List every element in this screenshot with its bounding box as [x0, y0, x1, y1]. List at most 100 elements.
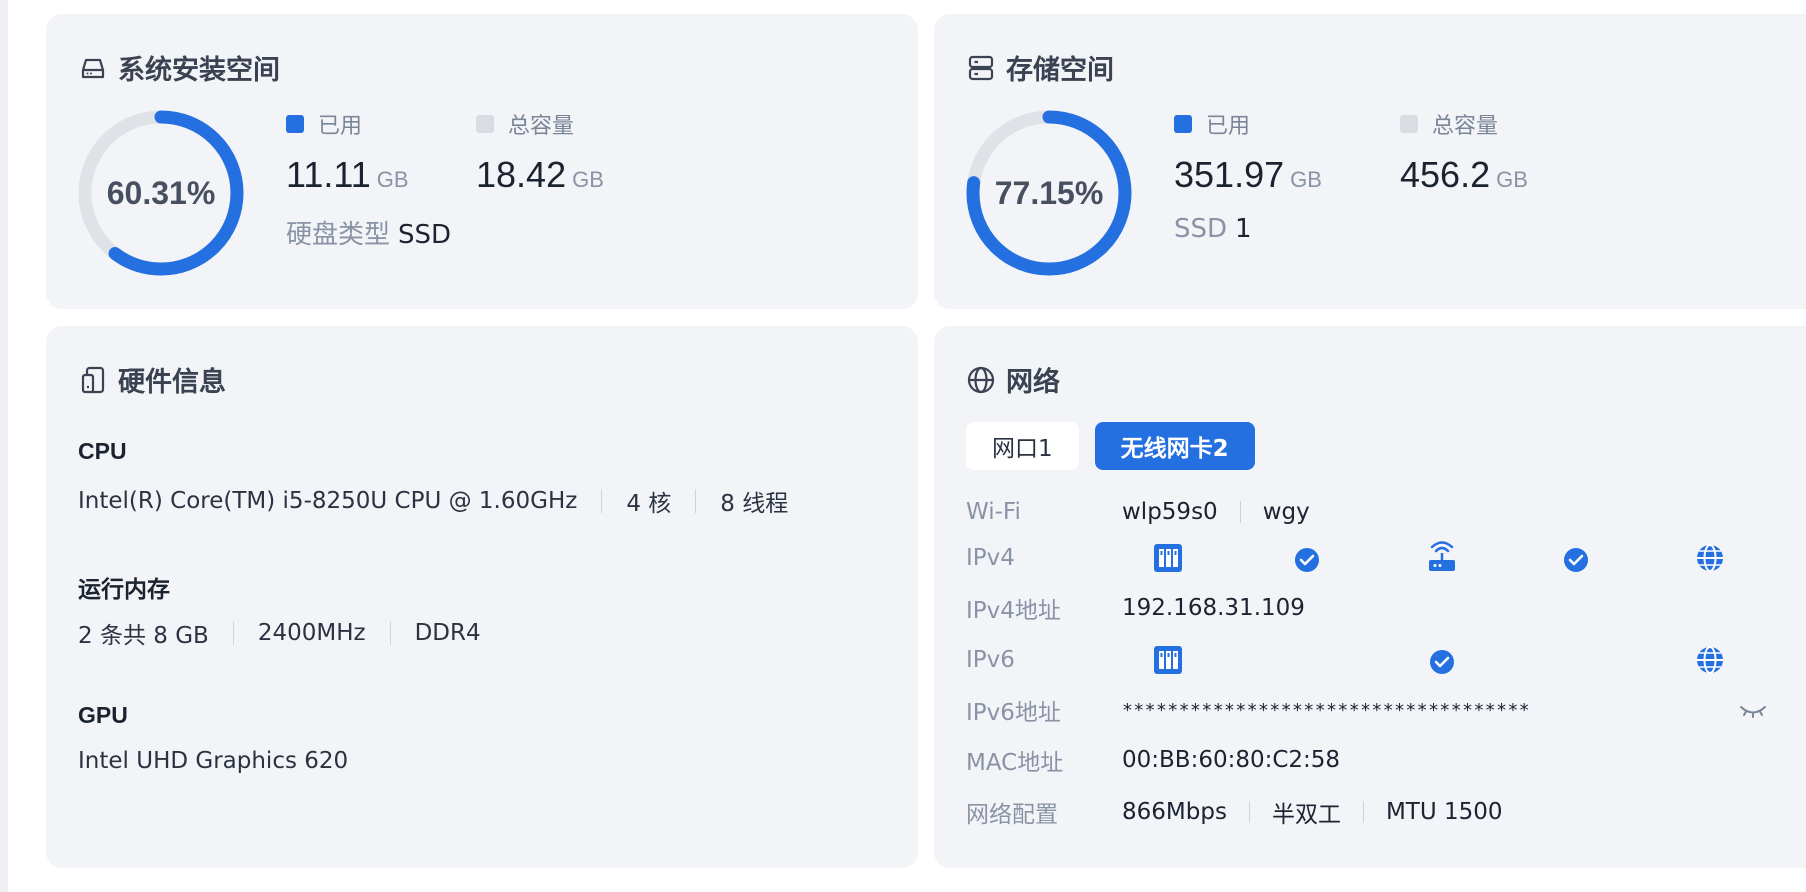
ipv4-row: IPv4 [966, 538, 1786, 578]
ipv4-key: IPv4 [966, 545, 1015, 571]
wifi-key: Wi-Fi [966, 499, 1021, 525]
mac-address: 00:BB:60:80:C2:58 [1122, 747, 1341, 773]
used-value: 11.11 [286, 154, 371, 195]
hardware-card: 硬件信息 CPU Intel(R) Core(TM) i5-8250U CPU … [46, 326, 918, 868]
globe-icon [967, 366, 995, 393]
total-label: 总容量 [1432, 114, 1499, 139]
total-swatch [476, 115, 494, 133]
ipv6-address-row: IPv6地址 *********************************… [966, 690, 1786, 730]
used-unit: GB [376, 167, 409, 192]
storage-card: 存储空间 77.15% 已用 351.97 GB 总容量 456.2 GB SSD 1 [934, 14, 1806, 309]
disk-type: 硬盘类型 SSD [286, 214, 451, 251]
divider [1362, 801, 1364, 823]
storage-total: 总容量 456.2 GB [1400, 108, 1528, 196]
memory-frequency: 2400MHz [257, 620, 366, 646]
used-swatch [286, 115, 304, 133]
total-swatch [1400, 115, 1418, 133]
ssd-key: SSD [1174, 214, 1228, 244]
disk-type-key: 硬盘类型 [286, 220, 391, 250]
ipv6-address-key: IPv6地址 [966, 700, 1061, 726]
system-space-card: 系统安装空间 60.31% 已用 11.11 GB 总容量 18.42 GB 硬盘类… [46, 14, 918, 309]
divider [389, 621, 391, 645]
router-icon [1429, 541, 1455, 571]
total-value: 456.2 [1400, 154, 1491, 195]
used-label: 已用 [1206, 114, 1251, 139]
divider [1248, 801, 1250, 823]
gpu-model: Intel UHD Graphics 620 [78, 748, 349, 774]
system-space-title-text: 系统安装空间 [118, 55, 280, 86]
cpu-threads: 8 线程 [720, 491, 789, 517]
used-unit: GB [1290, 167, 1322, 192]
device-panel-icon [1154, 646, 1182, 674]
gpu-heading: GPU [78, 702, 128, 728]
device-panel-icon [1154, 544, 1182, 572]
ssd-value: 1 [1235, 214, 1252, 244]
eye-closed-icon[interactable] [1738, 698, 1768, 722]
memory-heading: 运行内存 [78, 577, 170, 603]
memory-type: DDR4 [414, 620, 481, 646]
mac-row: MAC地址 00:BB:60:80:C2:58 [966, 740, 1786, 780]
memory-info: 2 条共 8 GB 2400MHz DDR4 [78, 616, 481, 650]
ipv6-address-masked: ************************************ [1122, 699, 1531, 721]
network-config-row: 网络配置 866Mbps 半双工 MTU 1500 [966, 792, 1786, 832]
cpu-cores: 4 核 [626, 491, 672, 517]
gpu-info: Intel UHD Graphics 620 [78, 748, 348, 774]
cpu-model: Intel(R) Core(TM) i5-8250U CPU @ 1.60GHz [78, 488, 578, 514]
duplex-mode: 半双工 [1271, 802, 1341, 828]
check-circle-icon [1295, 548, 1319, 572]
server-icon [968, 55, 994, 80]
ipv4-connection-flow [1154, 541, 1723, 572]
link-speed: 866Mbps [1122, 799, 1227, 825]
network-tabs: 网口1 无线网卡2 [966, 422, 1255, 470]
system-space-used: 已用 11.11 GB [286, 108, 409, 196]
ipv4-address: 192.168.31.109 [1122, 595, 1305, 621]
network-title-text: 网络 [1006, 367, 1060, 398]
hardware-title: 硬件信息 [78, 360, 226, 399]
divider [232, 621, 234, 645]
system-space-total: 总容量 18.42 GB [476, 108, 604, 196]
total-unit: GB [572, 167, 604, 192]
check-circle-icon [1564, 548, 1588, 572]
ssd-count: SSD 1 [1174, 214, 1252, 244]
storage-percent: 77.15% [994, 174, 1104, 211]
tab-port-1[interactable]: 网口1 [966, 422, 1079, 470]
network-title: 网络 [966, 360, 1060, 399]
globe-icon [1697, 646, 1723, 674]
used-value: 351.97 [1174, 154, 1285, 195]
mac-key: MAC地址 [966, 750, 1064, 776]
wifi-ssid: wgy [1262, 499, 1310, 525]
check-circle-icon [1430, 650, 1454, 674]
total-value: 18.42 [476, 154, 567, 195]
memory-slots: 2 条共 8 GB [78, 623, 209, 649]
divider [1239, 501, 1241, 523]
storage-title: 存储空间 [966, 48, 1114, 87]
left-edge-strip [0, 0, 8, 892]
wifi-row: Wi-Fi wlp59s0 wgy [966, 492, 1786, 532]
system-space-percent: 60.31% [106, 174, 216, 211]
system-space-title: 系统安装空间 [78, 48, 280, 87]
ipv6-key: IPv6 [966, 647, 1015, 673]
network-card: 网络 网口1 无线网卡2 Wi-Fi wlp59s0 wgy IPv4 IPv4… [934, 326, 1806, 868]
storage-title-text: 存储空间 [1006, 55, 1114, 86]
network-config-key: 网络配置 [966, 802, 1058, 828]
globe-icon [1697, 544, 1723, 572]
storage-used: 已用 351.97 GB [1174, 108, 1322, 196]
disk-type-value: SSD [398, 220, 452, 250]
used-swatch [1174, 115, 1192, 133]
wifi-interface: wlp59s0 [1122, 499, 1218, 525]
cpu-heading: CPU [78, 438, 127, 464]
ipv6-row: IPv6 [966, 640, 1786, 680]
device-icon [81, 366, 105, 393]
mtu: MTU 1500 [1385, 799, 1503, 825]
ipv4-address-key: IPv4地址 [966, 598, 1061, 624]
total-label: 总容量 [508, 114, 575, 139]
tab-wireless-2[interactable]: 无线网卡2 [1094, 422, 1255, 470]
used-label: 已用 [318, 114, 363, 139]
ipv6-connection-flow [1154, 646, 1723, 674]
divider [695, 489, 697, 513]
total-unit: GB [1496, 167, 1528, 192]
hardware-title-text: 硬件信息 [118, 367, 226, 398]
hard-drive-icon [81, 58, 105, 78]
ipv4-address-row: IPv4地址 192.168.31.109 [966, 588, 1786, 628]
divider [601, 489, 603, 513]
